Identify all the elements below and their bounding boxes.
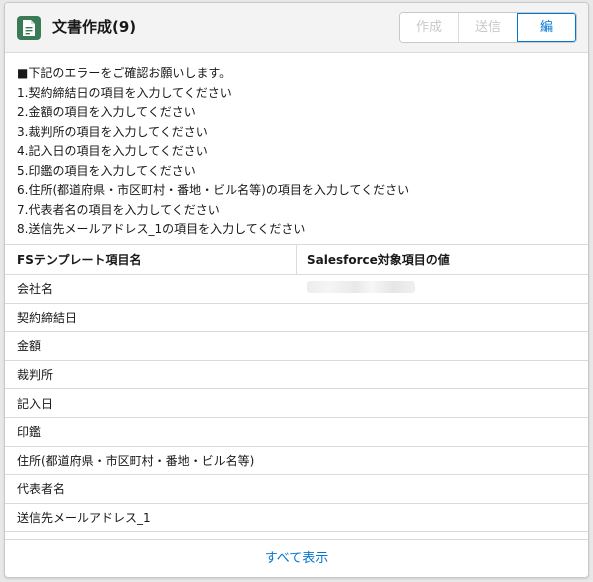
table-row: 住所(都道府県・市区町村・番地・ビル名等) xyxy=(5,447,588,476)
field-mapping-table: FSテンプレート項目名 Salesforce対象項目の値 会社名 契約締結日 金… xyxy=(5,244,588,533)
field-name: 印鑑 xyxy=(17,425,42,440)
table-row: 会社名 xyxy=(5,275,588,304)
card-title: 文書作成(9) xyxy=(52,18,137,36)
view-all-link[interactable]: すべて表示 xyxy=(265,551,329,566)
table-row: 送信先メールアドレス_1 xyxy=(5,504,588,533)
document-icon xyxy=(17,16,41,40)
field-name: 会社名 xyxy=(17,282,54,297)
table-row: 金額 xyxy=(5,332,588,361)
card-footer: すべて表示 xyxy=(5,539,588,577)
edit-button[interactable]: 編集 xyxy=(517,13,576,42)
table-row: 記入日 xyxy=(5,389,588,418)
card-header: 文書作成(9) 作成 送信 編集 xyxy=(5,3,588,53)
field-value-redacted xyxy=(297,281,415,296)
error-message-list: ■下記のエラーをご確認お願いします。 1.契約締結日の項目を入力してください 2… xyxy=(17,64,577,240)
document-card: 文書作成(9) 作成 送信 編集 ■下記のエラーをご確認お願いします。 1.契約… xyxy=(4,2,589,578)
error-heading: ■下記のエラーをご確認お願いします。 xyxy=(17,66,232,80)
error-item: 6.住所(都道府県・市区町村・番地・ビル名等)の項目を入力してください xyxy=(17,183,410,197)
table-header-row: FSテンプレート項目名 Salesforce対象項目の値 xyxy=(5,245,588,275)
field-name: 契約締結日 xyxy=(17,310,78,325)
field-name: 金額 xyxy=(17,339,42,354)
table-row: 代表者名 xyxy=(5,475,588,504)
error-item: 8.送信先メールアドレス_1の項目を入力してください xyxy=(17,222,306,236)
action-button-group: 作成 送信 編集 xyxy=(399,12,577,43)
error-item: 2.金額の項目を入力してください xyxy=(17,105,196,119)
field-name: 裁判所 xyxy=(17,368,54,383)
error-item: 4.記入日の項目を入力してください xyxy=(17,144,208,158)
error-item: 7.代表者名の項目を入力してください xyxy=(17,202,220,217)
error-item: 3.裁判所の項目を入力してください xyxy=(17,124,208,139)
error-item: 5.印鑑の項目を入力してください xyxy=(17,163,196,178)
column-header-salesforce-value: Salesforce対象項目の値 xyxy=(307,253,450,267)
column-header-template-field: FSテンプレート項目名 xyxy=(5,245,297,274)
table-row: 印鑑 xyxy=(5,418,588,447)
table-row: 裁判所 xyxy=(5,361,588,390)
error-item: 1.契約締結日の項目を入力してください xyxy=(17,85,232,100)
field-name: 送信先メールアドレス_1 xyxy=(17,511,151,526)
redacted-value xyxy=(307,281,415,294)
create-button[interactable]: 作成 xyxy=(400,13,458,42)
send-button[interactable]: 送信 xyxy=(458,13,517,42)
field-name: 住所(都道府県・市区町村・番地・ビル名等) xyxy=(17,453,255,468)
field-name: 記入日 xyxy=(17,396,54,411)
table-row: 契約締結日 xyxy=(5,304,588,333)
field-name: 代表者名 xyxy=(17,482,66,497)
